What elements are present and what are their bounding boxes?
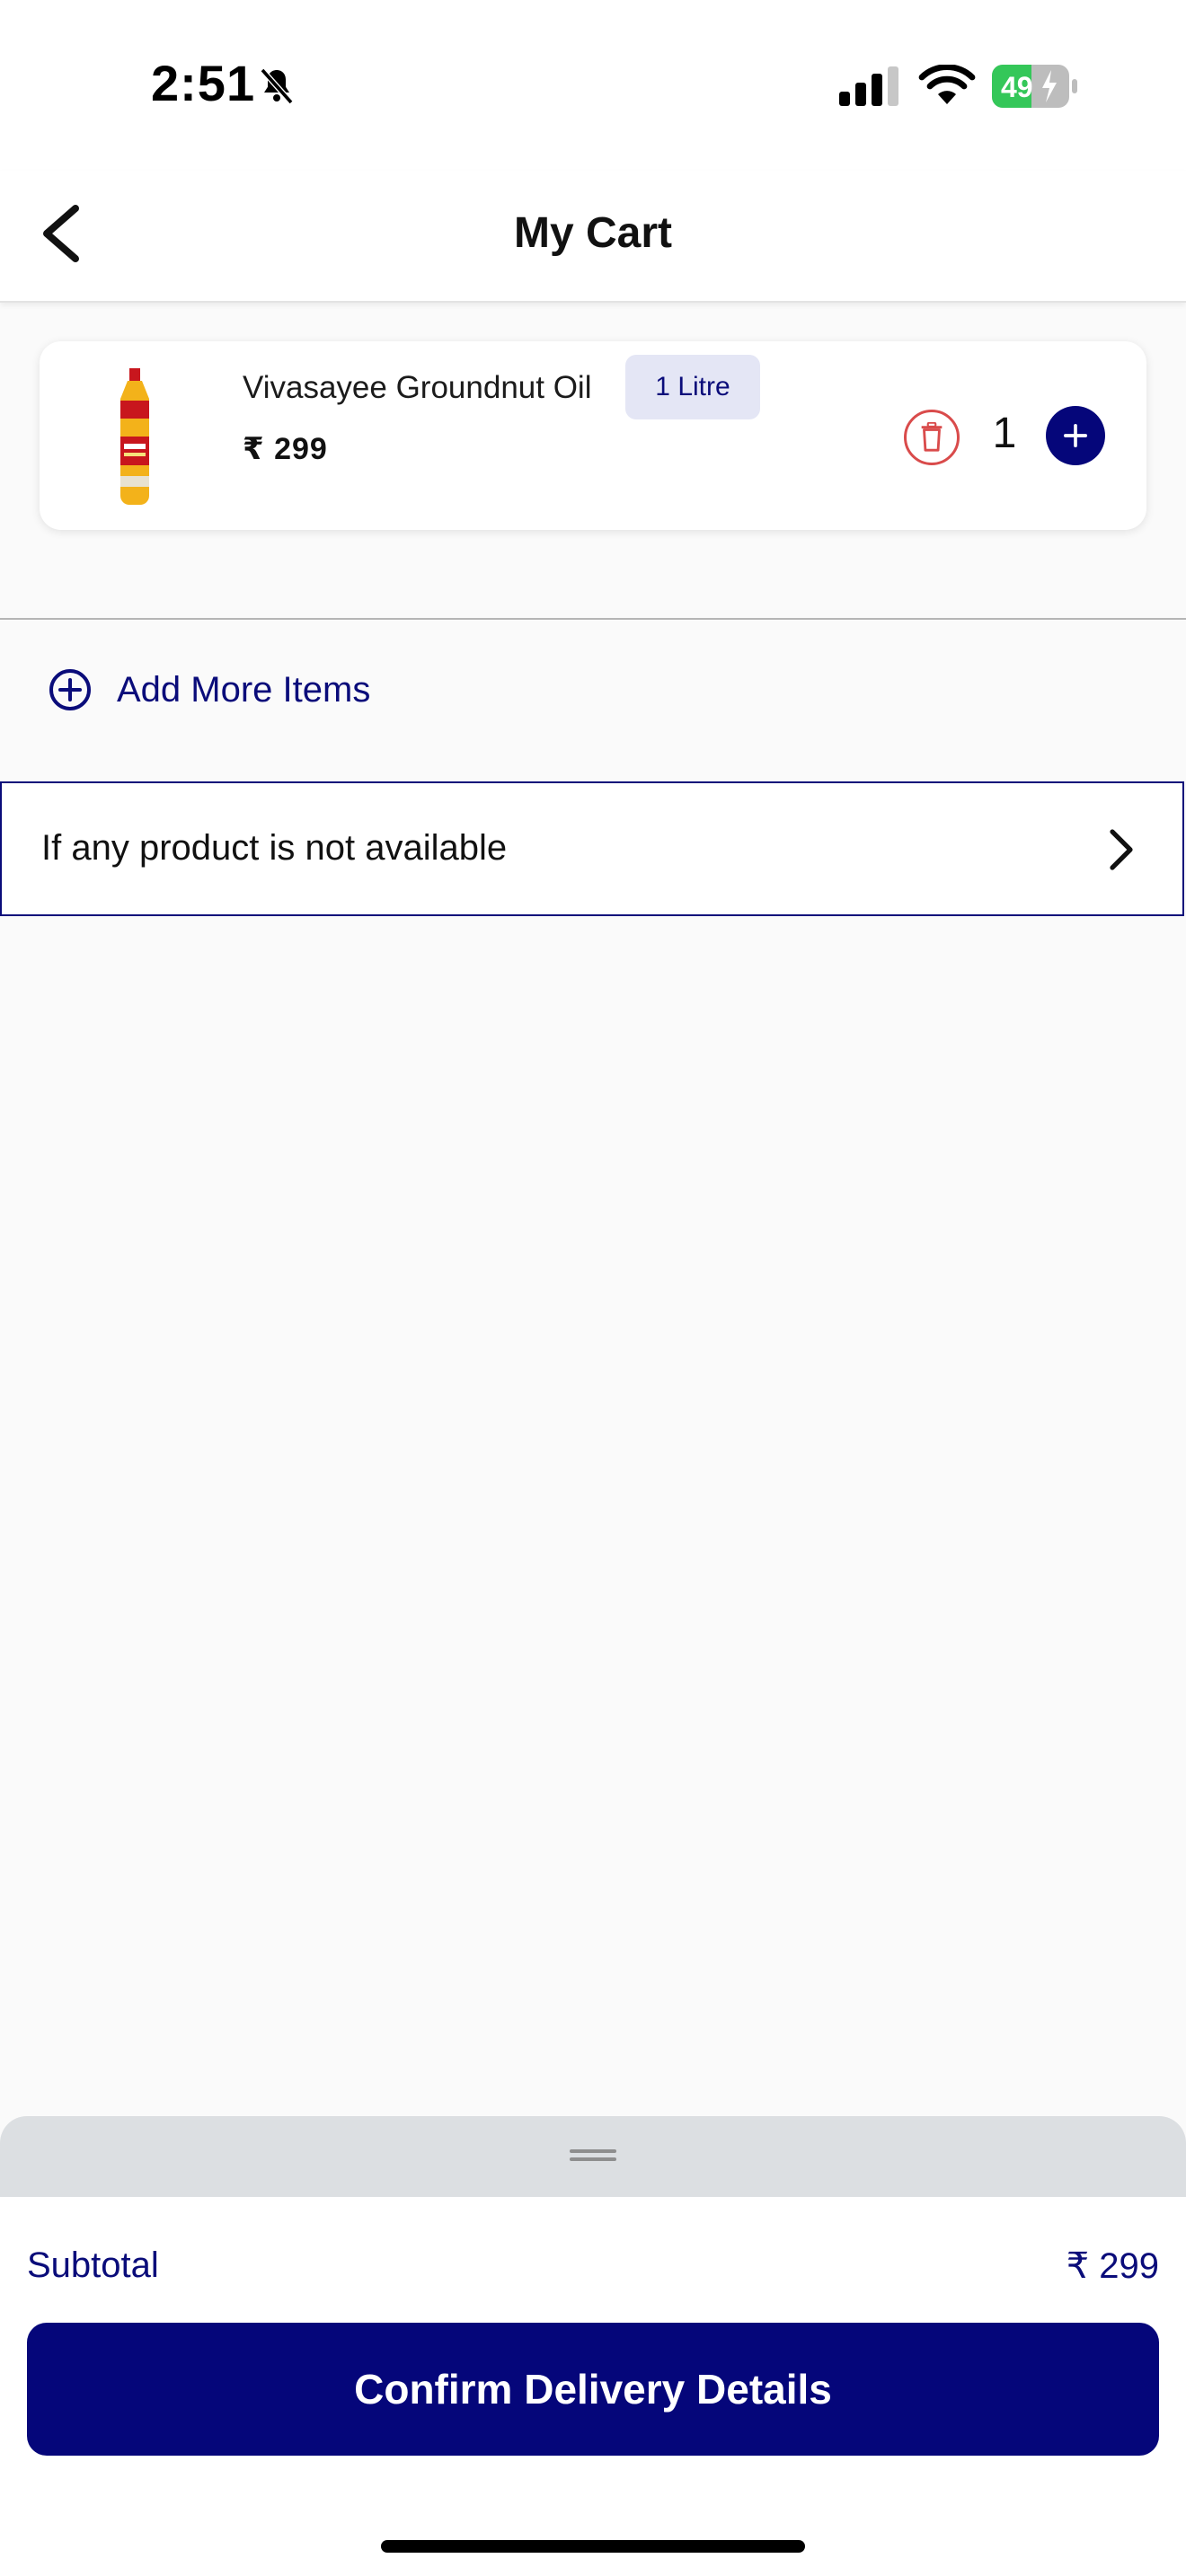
subtotal-value: ₹ 299 [1066,2246,1159,2286]
delete-item-button[interactable] [904,410,960,465]
add-circle-icon [49,669,91,710]
confirm-delivery-button[interactable]: Confirm Delivery Details [27,2323,1159,2456]
item-quantity: 1 [992,410,1017,457]
wifi-icon [918,65,976,104]
status-time: 2:51 [151,55,256,111]
increase-quantity-button[interactable] [1046,406,1105,465]
battery-level-text: 49 [1001,71,1033,103]
unavailable-preference-label: If any product is not available [41,828,508,868]
cart-item-card [40,341,1146,530]
bell-slash-icon [260,67,294,105]
plus-icon [1063,423,1088,448]
add-more-items-button[interactable]: Add More Items [49,663,370,717]
divider [0,618,1186,620]
home-indicator[interactable] [381,2540,805,2553]
subtotal-label: Subtotal [27,2245,159,2285]
grip-icon[interactable] [570,2147,616,2165]
add-more-items-label: Add More Items [117,669,371,710]
chevron-right-icon [1110,829,1133,870]
size-badge: 1 Litre [625,355,760,419]
item-name: Vivasayee Groundnut Oil [243,370,592,405]
cellular-signal-icon [839,66,898,106]
item-price: ₹ 299 [243,432,328,466]
page-title: My Cart [513,209,673,257]
battery-icon: 49 [992,65,1077,108]
product-image[interactable] [108,368,162,505]
trash-icon [921,422,943,452]
